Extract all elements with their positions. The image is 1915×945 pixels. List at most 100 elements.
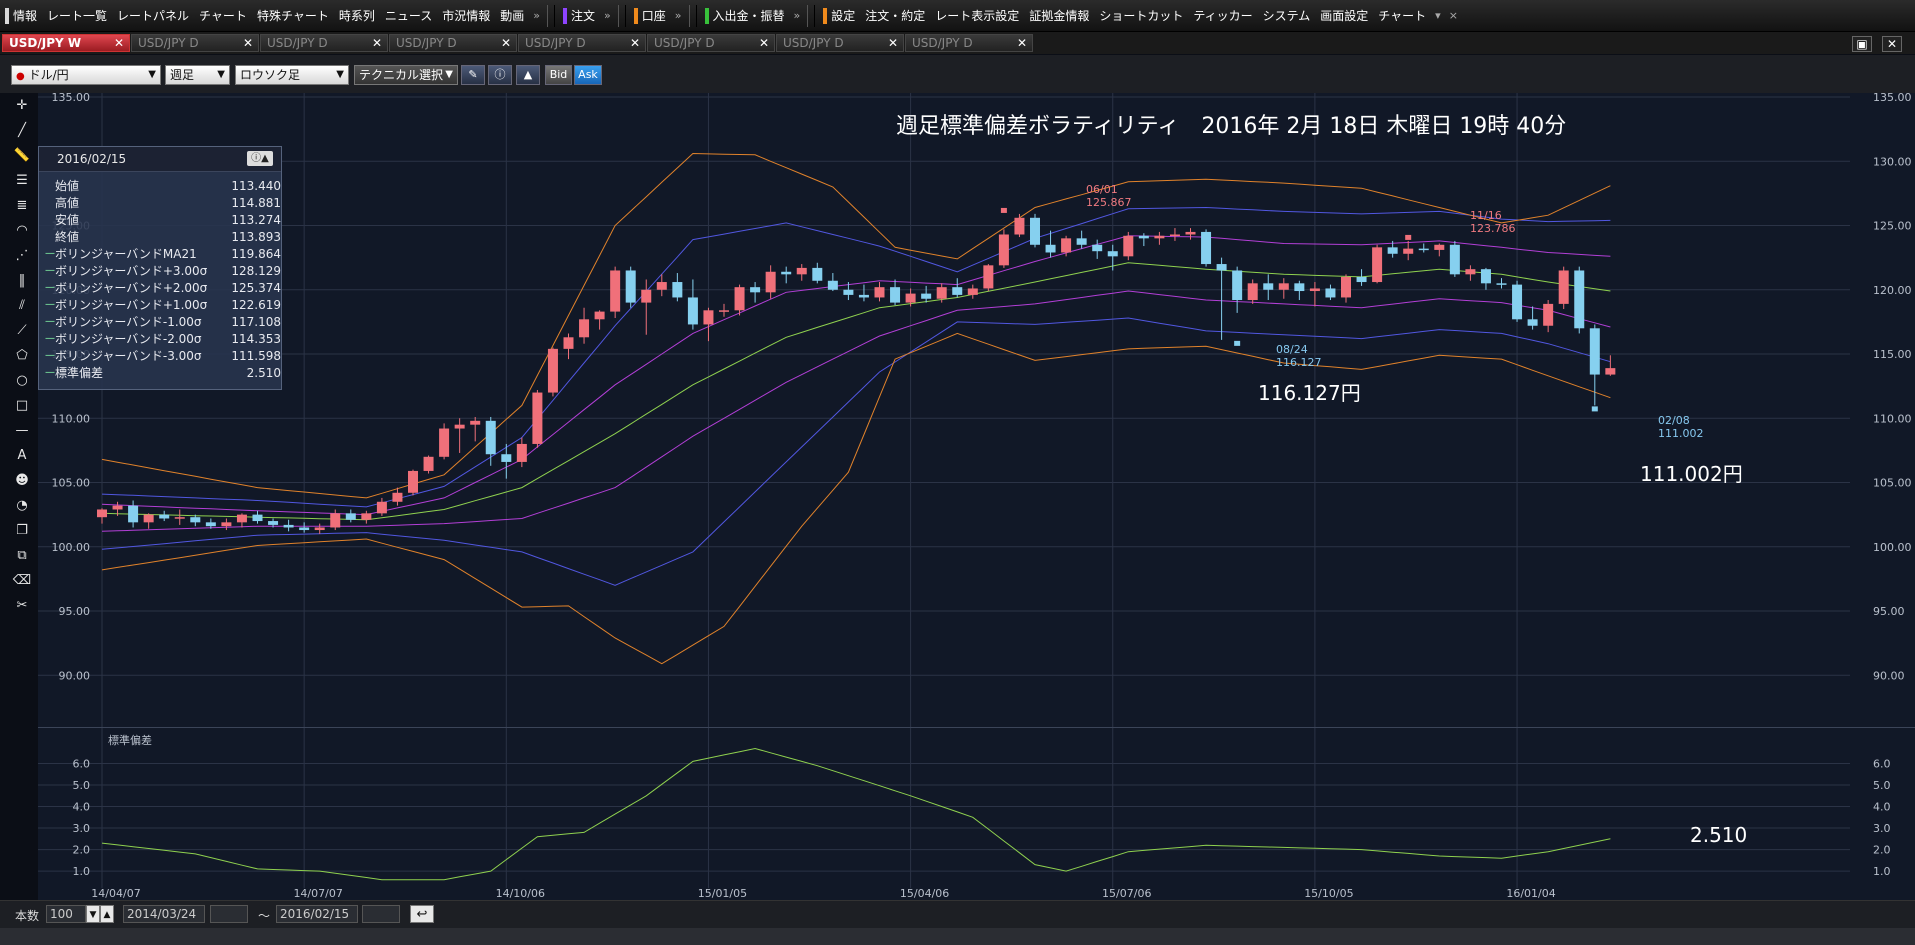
tab-chart[interactable]: USD/JPY D ✕ [905,34,1033,52]
mountain-chart-icon[interactable]: ▲ [516,65,540,85]
collapse-icon[interactable]: ⓘ▲ [247,151,273,166]
menu-item[interactable]: 時系列 [334,0,380,31]
menu-item[interactable]: 証拠金情報 [1024,0,1094,31]
currency-pair-select[interactable]: ● ドル/円 ▼ [11,65,161,85]
chart-title: 週足標準偏差ボラティリティ 2016年 2月 18日 木曜日 19時 40分 [896,114,1566,139]
chevron-right-icon[interactable]: » [671,9,686,22]
close-icon[interactable]: × [1445,9,1462,22]
period-select[interactable]: 週足 ▼ [165,65,230,85]
tab-chart[interactable]: USD/JPY D ✕ [131,34,259,52]
tab-chart[interactable]: USD/JPY W ✕ [2,34,130,52]
chart-style-select[interactable]: ロウソク足 ▼ [235,65,349,85]
menu-item[interactable]: 市況情報 [437,0,495,31]
magnet-icon[interactable]: ◔ [10,495,34,517]
pitchfork-icon[interactable]: ⫽ [10,295,34,317]
close-icon[interactable]: ✕ [759,35,769,52]
trendline-icon[interactable]: ╱ [10,120,34,142]
price-chart[interactable]: 90.00 90.00 95.00 95.00 100.00 100.00 105.00 10… [38,93,1915,728]
tab-chart[interactable]: USD/JPY D ✕ [389,34,517,52]
time-from-input[interactable] [210,905,248,923]
info-icon[interactable]: ⓘ [488,65,512,85]
text-icon[interactable]: A [10,445,34,467]
y-tick-label-right: 1.0 [1873,865,1891,878]
technical-select[interactable]: テクニカル選択 ▼ [354,65,458,85]
vertical-lines-icon[interactable]: ‖ [10,270,34,292]
menu-item[interactable]: 注文・約定 [860,0,930,31]
menu-item[interactable]: レート一覧 [42,0,112,31]
increment-icon[interactable]: ▲ [100,905,114,923]
data-window-label: ボリンジャーバンド+3.00σ [55,264,208,278]
close-icon[interactable]: ✕ [501,35,511,52]
date-to-input[interactable]: 2016/02/15 [276,905,358,923]
close-icon[interactable]: ✕ [630,35,640,52]
tab-chart[interactable]: USD/JPY D ✕ [260,34,388,52]
bid-button[interactable]: Bid [545,65,572,85]
menu-item-label: ニュース [384,9,433,23]
menu-item[interactable]: 特殊チャート [252,0,334,31]
menu-item[interactable]: ティッカー [1188,0,1257,31]
circle-icon[interactable]: ○ [10,370,34,392]
menu-item[interactable]: チャート [194,0,252,31]
gann-icon[interactable]: ⋰ [10,245,34,267]
close-icon[interactable]: ✕ [243,35,253,52]
crosshair-icon[interactable]: ✛ [10,95,34,117]
chevron-right-icon[interactable]: » [600,9,615,22]
rectangle-icon[interactable]: □ [10,395,34,417]
maximize-icon[interactable]: ▣ [1852,36,1872,52]
pencil-icon[interactable]: ✎ [461,65,485,85]
copy-icon[interactable]: ❐ [10,520,34,542]
ruler-icon[interactable]: 📏 [10,145,34,167]
menu-item[interactable]: 画面設定 [1315,0,1373,31]
candle-body [1169,234,1180,236]
chevron-right-icon[interactable]: » [529,9,544,22]
chevron-down-icon[interactable]: ▾ [1431,9,1445,22]
ask-button[interactable]: Ask [574,65,602,85]
delete-all-icon[interactable]: ✂ [10,595,34,617]
horizontal-lines-icon[interactable]: ☰ [10,170,34,192]
hline-icon[interactable]: — [10,420,34,442]
menu-item-label: チャート [1378,9,1427,23]
close-icon[interactable]: ✕ [114,35,124,52]
menu-item[interactable]: 情報 [0,0,42,31]
menu-item[interactable]: チャート [1373,0,1431,31]
close-icon[interactable]: ✕ [1882,36,1902,52]
polyline-icon[interactable]: ⟋ [10,320,34,342]
data-window-table: 始値 113.440 高値 114.881 安値 113.274 終値 113.893— ボリン… [45,177,281,381]
menu-item[interactable]: ニュース [380,0,437,31]
menu-item[interactable]: 入出金・振替 [700,0,790,31]
menu-item[interactable]: 注文 [558,0,600,31]
tab-chart[interactable]: USD/JPY D ✕ [518,34,646,52]
eraser-icon[interactable]: ⌫ [10,570,34,592]
emoji-icon[interactable]: ☻ [10,470,34,492]
close-icon[interactable]: ✕ [372,35,382,52]
candle-body [905,293,916,303]
menu-item[interactable]: レート表示設定 [930,0,1024,31]
pane-title: 標準偏差 [108,733,152,747]
stdev-chart[interactable]: 1.0 1.0 2.0 2.0 3.0 3.0 4.0 4.0 5.0 5.0 6.0 6.0 14/0… [38,728,1915,900]
tab-chart[interactable]: USD/JPY D ✕ [647,34,775,52]
menu-item[interactable]: 設定 [818,0,860,31]
y-tick-label-left: 135.00 [52,93,91,104]
duplicate-icon[interactable]: ⧉ [10,545,34,567]
data-window-value: 122.619 [231,297,281,312]
menu-item[interactable]: ショートカット [1094,0,1188,31]
apply-icon[interactable]: ↩ [410,905,434,923]
chevron-right-icon[interactable]: » [790,9,805,22]
pentagon-icon[interactable]: ⬠ [10,345,34,367]
close-icon[interactable]: ✕ [1017,35,1027,52]
menu-item[interactable]: 口座 [629,0,671,31]
decrement-icon[interactable]: ▼ [86,905,100,923]
time-to-input[interactable] [362,905,400,923]
series-marker: — [45,248,55,259]
tab-chart[interactable]: USD/JPY D ✕ [776,34,904,52]
count-input[interactable]: 100 [46,905,86,923]
fibonacci-icon[interactable]: ≣ [10,195,34,217]
menu-item[interactable]: レートパネル [112,0,194,31]
data-window-label: 高値 [55,196,80,210]
fan-icon[interactable]: ◠ [10,220,34,242]
menu-item[interactable]: 動画 [495,0,529,31]
menu-item[interactable]: システム [1258,0,1316,31]
date-from-input[interactable]: 2014/03/24 [123,905,205,923]
data-window-value: 128.129 [231,263,281,278]
close-icon[interactable]: ✕ [888,35,898,52]
